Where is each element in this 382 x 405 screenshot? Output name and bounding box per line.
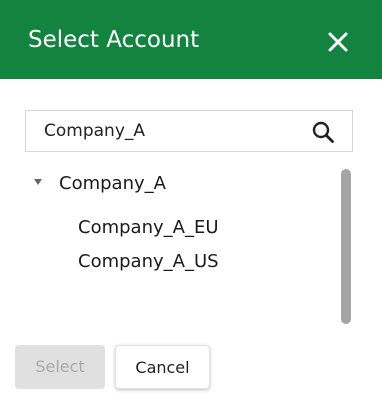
tree-node-root[interactable]: Company_A <box>59 172 166 196</box>
account-tree: Company_A Company_A_EU Company_A_US <box>25 166 335 326</box>
search-icon <box>312 121 334 143</box>
select-button[interactable]: Select <box>15 345 105 389</box>
search-box <box>25 110 353 152</box>
tree-node-child[interactable]: Company_A_US <box>78 250 219 274</box>
select-account-dialog: Select Account Company_A Company_A_EU Co… <box>0 0 382 405</box>
search-button[interactable] <box>311 120 335 144</box>
dialog-title: Select Account <box>28 27 200 53</box>
cancel-button[interactable]: Cancel <box>115 345 210 389</box>
close-icon <box>328 32 348 52</box>
dialog-header: Select Account <box>0 0 382 79</box>
search-input[interactable] <box>44 118 294 144</box>
caret-down-icon[interactable] <box>34 179 42 185</box>
tree-node-child[interactable]: Company_A_EU <box>78 216 219 240</box>
tree-scrollbar[interactable] <box>341 169 351 324</box>
close-button[interactable] <box>322 26 354 58</box>
